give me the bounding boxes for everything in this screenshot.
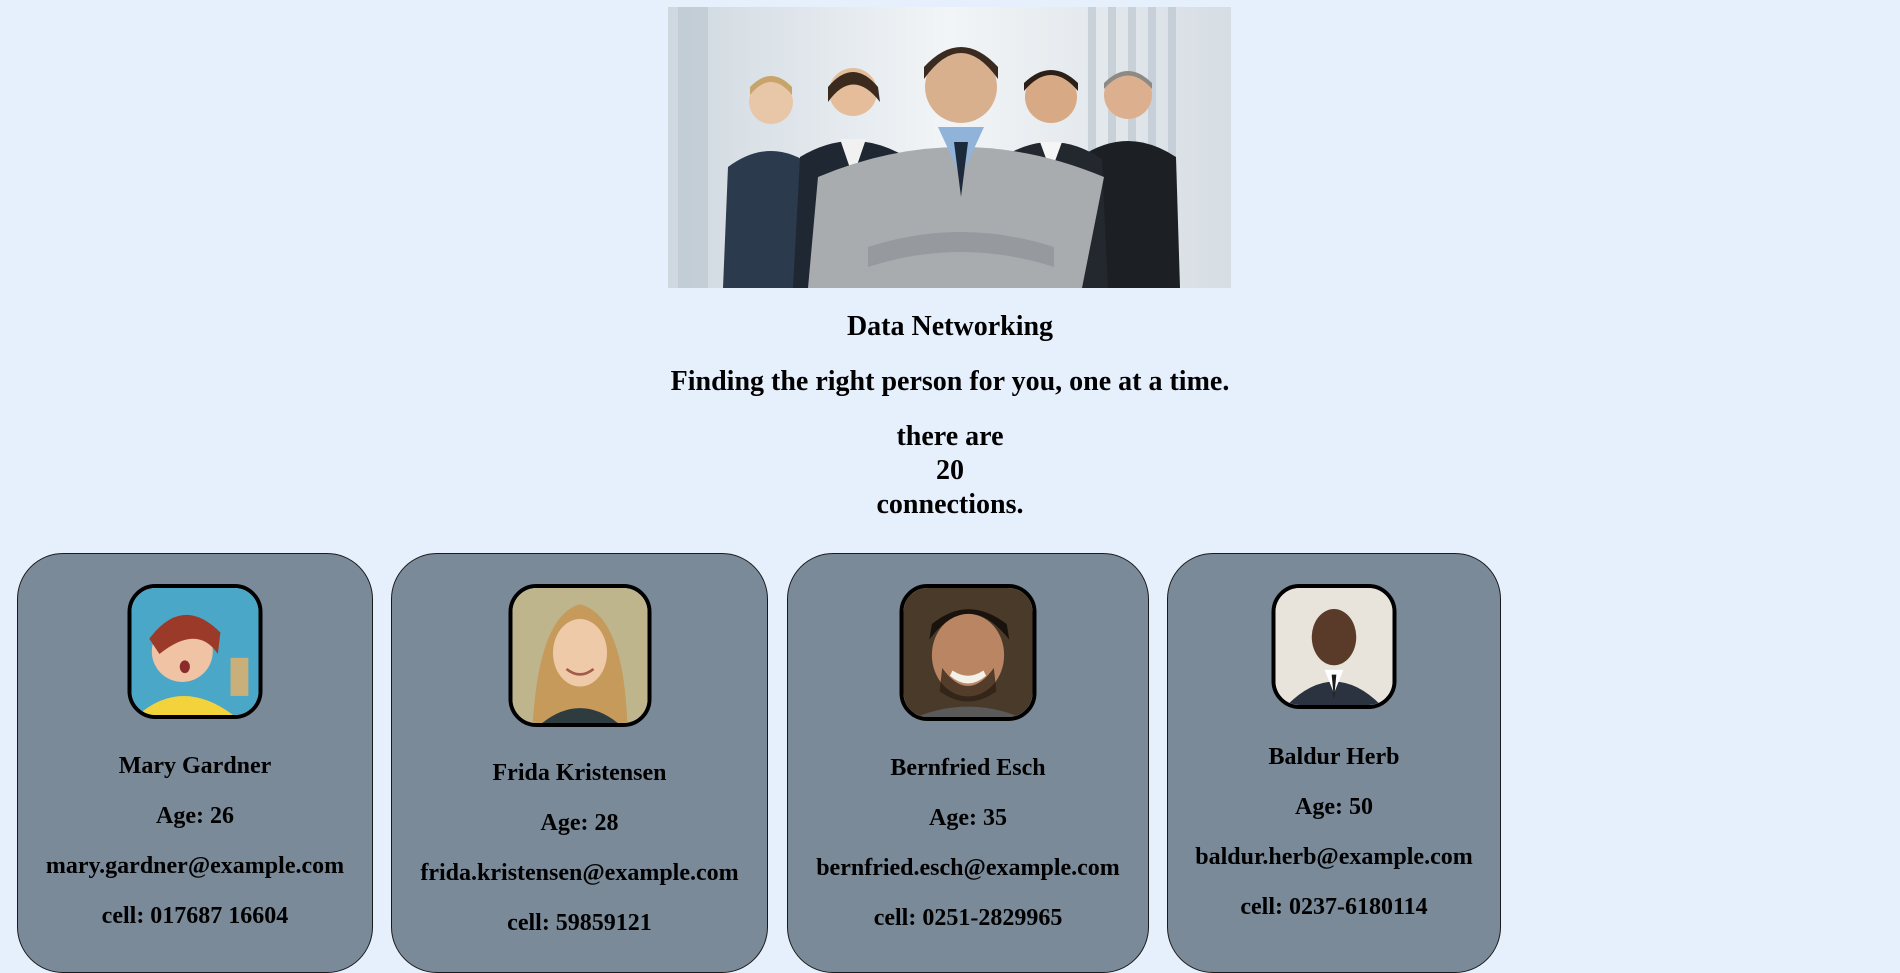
connection-count-value: 20 <box>936 455 964 486</box>
connection-cell: cell: 0237-6180114 <box>1240 894 1428 920</box>
page-title: Data Networking <box>846 311 1054 342</box>
connection-card: Mary Gardner Age: 26 mary.gardner@exampl… <box>17 553 373 973</box>
connection-email: mary.gardner@example.com <box>45 853 345 879</box>
connection-count-prefix: there are <box>896 421 1004 452</box>
connection-age: Age: 50 <box>1295 794 1373 820</box>
connection-email: frida.kristensen@example.com <box>420 860 739 886</box>
connection-cell: cell: 017687 16604 <box>101 903 289 929</box>
tagline: Finding the right person for you, one at… <box>670 366 1230 397</box>
hero-team-image <box>668 7 1231 288</box>
connection-card: Baldur Herb Age: 50 baldur.herb@example.… <box>1167 553 1501 973</box>
connection-age: Age: 28 <box>540 810 619 836</box>
connection-name: Mary Gardner <box>118 753 272 779</box>
connection-cell: cell: 0251-2829965 <box>873 905 1063 931</box>
connection-age: Age: 26 <box>156 803 234 829</box>
connection-email: baldur.herb@example.com <box>1195 844 1473 870</box>
connection-count: there are 20 connections. <box>0 420 1900 522</box>
connection-name: Frida Kristensen <box>492 760 667 786</box>
connection-card: Frida Kristensen Age: 28 frida.kristense… <box>391 553 768 973</box>
avatar <box>899 584 1037 721</box>
connection-age: Age: 35 <box>929 805 1007 831</box>
connection-name: Baldur Herb <box>1268 744 1400 770</box>
connection-email: bernfried.esch@example.com <box>816 855 1120 881</box>
connection-cell: cell: 59859121 <box>507 910 652 936</box>
avatar <box>127 584 263 719</box>
avatar <box>508 584 651 727</box>
connection-name: Bernfried Esch <box>890 755 1046 781</box>
connection-card: Bernfried Esch Age: 35 bernfried.esch@ex… <box>787 553 1149 973</box>
connection-count-suffix: connections. <box>876 489 1024 520</box>
avatar <box>1271 584 1397 709</box>
